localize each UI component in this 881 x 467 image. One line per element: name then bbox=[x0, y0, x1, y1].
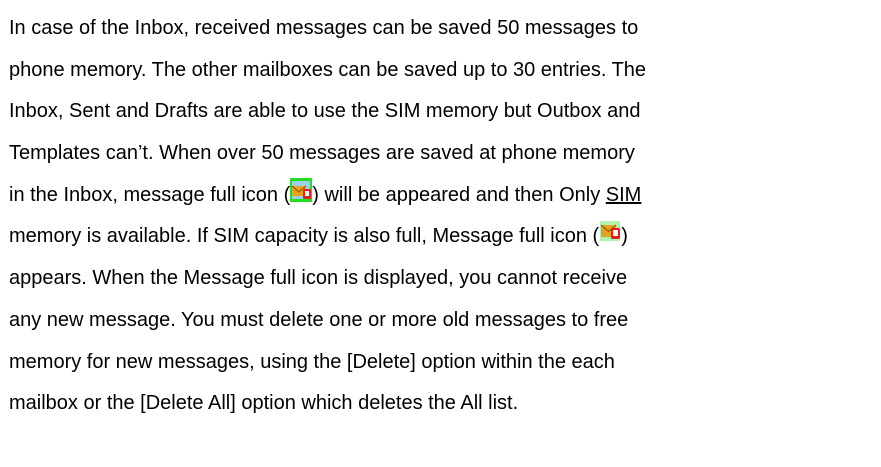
text-line-6: memory is available. If SIM capacity is … bbox=[9, 216, 871, 258]
text-line-9-content: memory for new messages, using the [Dele… bbox=[9, 350, 615, 373]
text-line-10: mailbox or the [Delete All] option which… bbox=[9, 383, 871, 425]
text-line-7: appears. When the Message full icon is d… bbox=[9, 258, 871, 300]
document-paragraph: In case of the Inbox, received messages … bbox=[9, 8, 871, 425]
text-line-1-content: In case of the Inbox, received messages … bbox=[9, 17, 639, 39]
text-line-3: Inbox, Sent and Drafts are able to use t… bbox=[9, 91, 871, 133]
text-line-8-content: any new message. You must delete one or … bbox=[9, 308, 629, 331]
text-line-4: Templates can’t. When over 50 messages a… bbox=[9, 133, 871, 175]
text-line-8: any new message. You must delete one or … bbox=[9, 300, 871, 342]
text-line-5-sim: SIM bbox=[605, 183, 642, 206]
text-line-6-after-icon: ) bbox=[621, 225, 628, 248]
text-line-7-content: appears. When the Message full icon is d… bbox=[9, 267, 628, 290]
text-line-2-content: phone memory. The other mailboxes can be… bbox=[9, 58, 647, 81]
text-line-10-content: mailbox or the [Delete All] option which… bbox=[9, 392, 519, 415]
text-line-5-before-icon: in the Inbox, message full icon ( bbox=[9, 183, 291, 206]
text-line-1: In case of the Inbox, received messages … bbox=[9, 8, 871, 50]
message-full-phone-memory-icon bbox=[290, 177, 313, 202]
message-full-sim-memory-icon bbox=[599, 219, 622, 244]
text-line-5: in the Inbox, message full icon ( ) will… bbox=[9, 175, 871, 217]
text-line-9: memory for new messages, using the [Dele… bbox=[9, 342, 871, 384]
text-line-5-after-icon: ) will be appeared and then Only bbox=[312, 183, 606, 206]
text-line-3-content: Inbox, Sent and Drafts are able to use t… bbox=[9, 100, 641, 123]
text-line-6-before-icon: memory is available. If SIM capacity is … bbox=[9, 225, 600, 248]
text-line-2: phone memory. The other mailboxes can be… bbox=[9, 50, 871, 92]
text-line-4-content: Templates can’t. When over 50 messages a… bbox=[9, 142, 635, 165]
